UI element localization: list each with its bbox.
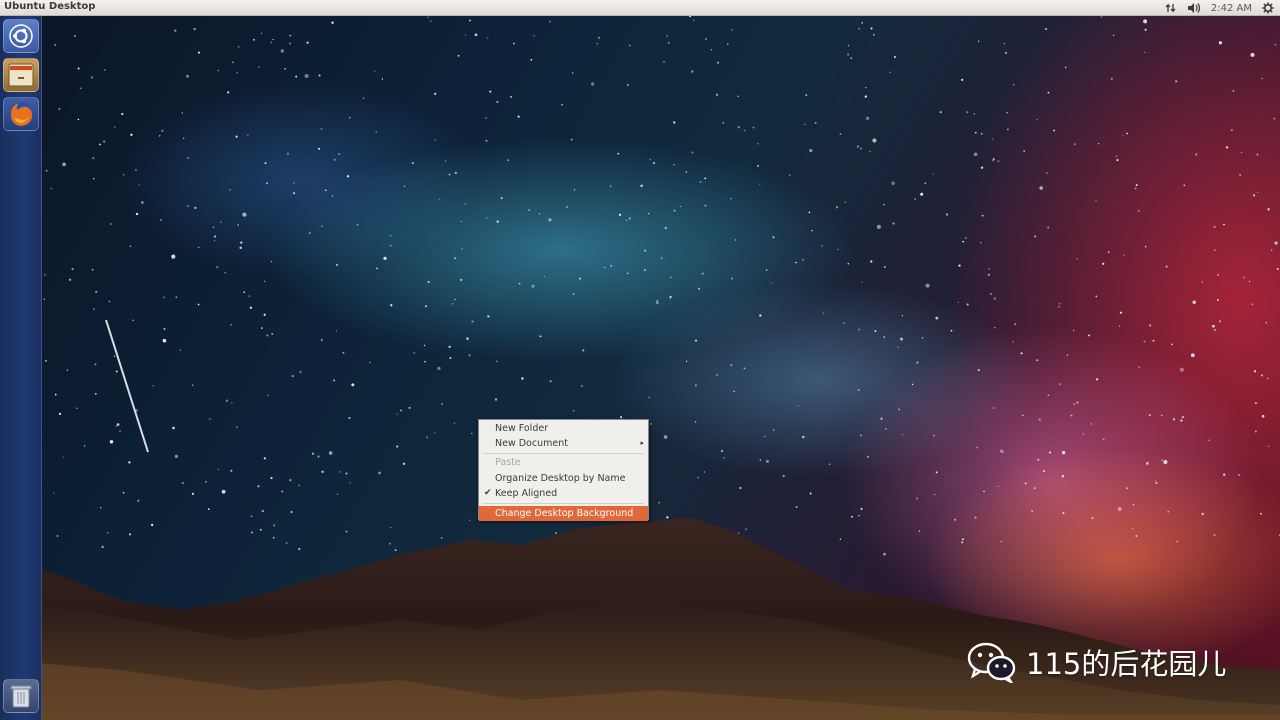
menu-item-label: Change Desktop Background	[495, 508, 634, 519]
menu-item-label: New Document	[495, 438, 568, 449]
trash-icon	[10, 685, 32, 708]
top-panel: Ubuntu Desktop 2:42 AM	[0, 0, 1280, 16]
menu-item-new-folder[interactable]: New Folder	[479, 421, 648, 436]
window-title: Ubuntu Desktop	[4, 1, 96, 12]
menu-item-change-background[interactable]: Change Desktop Background	[479, 506, 648, 521]
submenu-arrow-icon: ▸	[640, 439, 644, 447]
watermark-text: 115的后花园儿	[1026, 647, 1227, 681]
network-icon[interactable]	[1165, 0, 1177, 16]
indicator-area: 2:42 AM	[1165, 0, 1274, 16]
volume-icon[interactable]	[1187, 0, 1201, 16]
gear-icon[interactable]	[1262, 0, 1274, 16]
check-icon: ✔	[484, 488, 492, 498]
launcher	[0, 16, 42, 720]
menu-item-label: New Folder	[495, 423, 549, 434]
ubuntu-logo-icon	[9, 24, 33, 48]
menu-item-new-document[interactable]: New Document ▸	[479, 436, 648, 451]
clock[interactable]: 2:42 AM	[1211, 0, 1252, 16]
menu-item-label: Paste	[495, 457, 521, 468]
file-cabinet-icon	[8, 63, 34, 87]
menu-item-keep-aligned[interactable]: ✔ Keep Aligned	[479, 486, 648, 501]
watermark: 115的后花园儿	[966, 640, 1226, 684]
menu-separator	[483, 453, 644, 454]
menu-item-label: Keep Aligned	[495, 488, 558, 499]
dash-button[interactable]	[3, 19, 39, 53]
menu-item-paste: Paste	[479, 455, 648, 470]
menu-separator	[483, 503, 644, 504]
menu-item-organize-by-name[interactable]: Organize Desktop by Name	[479, 471, 648, 486]
trash-launcher[interactable]	[3, 679, 39, 713]
wechat-icon	[967, 642, 1016, 683]
desktop-context-menu: New Folder New Document ▸ Paste Organize…	[478, 419, 649, 521]
firefox-icon	[9, 102, 33, 126]
desktop-screen: Ubuntu Desktop 2:42 AM New Folder New Do…	[0, 0, 1280, 720]
mountain-silhouette	[0, 518, 1280, 720]
menu-item-label: Organize Desktop by Name	[495, 473, 626, 484]
firefox-launcher[interactable]	[3, 97, 39, 131]
files-launcher[interactable]	[3, 58, 39, 92]
